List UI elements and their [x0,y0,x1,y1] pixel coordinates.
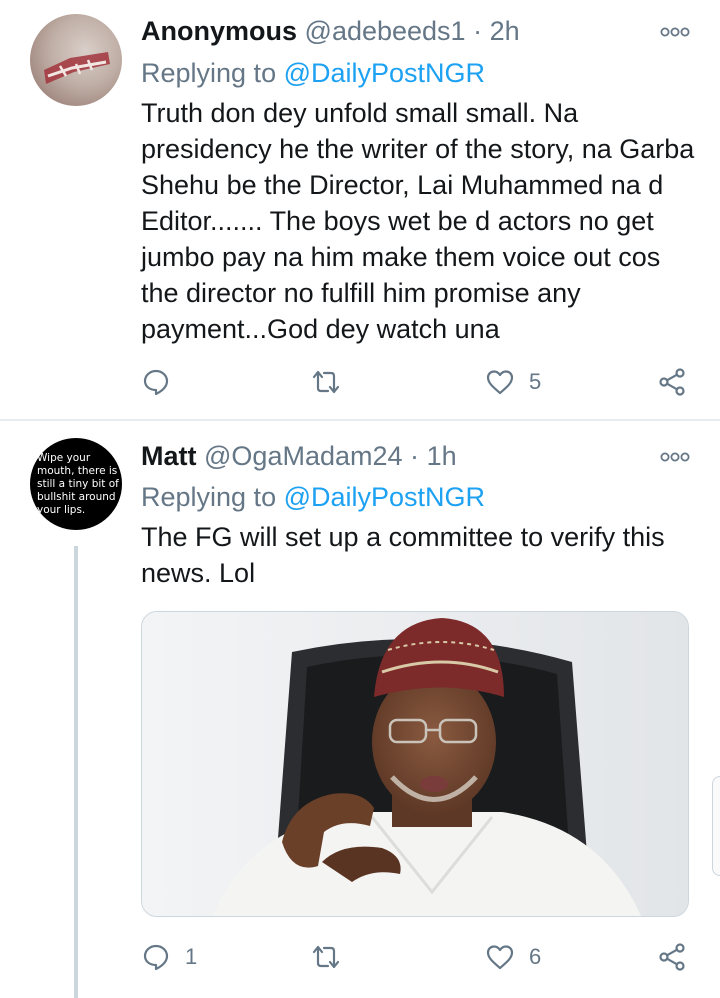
heart-icon [486,945,514,970]
like-button[interactable]: 5 [485,364,541,400]
retweet-icon [312,370,340,394]
user-handle[interactable]: @adebeeds1 [305,16,466,46]
timestamp[interactable]: 1h [427,441,457,471]
tweet-image[interactable] [141,611,689,917]
share-icon [659,943,685,971]
tweet-text: The FG will set up a committee to verify… [141,522,665,588]
like-button[interactable]: 6 [485,939,541,975]
reply-button[interactable] [141,364,185,400]
separator-dot: · [473,16,483,46]
share-button[interactable] [657,939,687,975]
thread-line [74,546,78,998]
replying-label: Replying to [141,482,277,512]
tweet[interactable]: Anonymous @adebeeds1 · 2h Replying to @D… [0,0,720,420]
avatar-text: Wipe your mouth, there is still a tiny b… [37,451,119,516]
reply-button[interactable]: 1 [141,939,197,975]
mention-link[interactable]: @DailyPostNGR [284,58,485,88]
separator-dot: · [410,441,420,471]
avatar[interactable] [30,14,122,106]
avatar-image [44,52,110,84]
share-icon [659,368,685,396]
replying-to: Replying to @DailyPostNGR [141,58,485,89]
retweet-icon [312,945,340,969]
retweet-button[interactable] [311,939,355,975]
avatar[interactable]: Wipe your mouth, there is still a tiny b… [30,438,122,530]
tweet-actions: 5 [141,364,701,400]
tweet-text: Truth don dey unfold small small. Na pre… [141,98,695,344]
replying-label: Replying to [141,58,277,88]
replying-to: Replying to @DailyPostNGR [141,482,485,513]
retweet-button[interactable] [311,364,355,400]
reply-count: 1 [185,944,198,969]
reply-icon [143,944,169,971]
share-button[interactable] [657,364,687,400]
display-name[interactable]: Anonymous [141,16,297,46]
reply-icon [143,369,169,396]
more-icon[interactable] [660,451,690,463]
tweet-header: Matt @OgaMadam24 · 1h [141,441,457,472]
more-icon[interactable] [660,26,690,38]
timestamp[interactable]: 2h [490,16,520,46]
display-name[interactable]: Matt [141,441,197,471]
mention-link[interactable]: @DailyPostNGR [284,482,485,512]
tweet-actions: 1 6 [141,939,701,975]
user-handle[interactable]: @OgaMadam24 [204,441,403,471]
like-count: 5 [529,369,542,394]
tweet-header: Anonymous @adebeeds1 · 2h [141,16,520,47]
photo-illustration [142,612,688,916]
scroll-tab[interactable] [712,776,720,876]
like-count: 6 [529,944,542,969]
heart-icon [486,370,514,395]
